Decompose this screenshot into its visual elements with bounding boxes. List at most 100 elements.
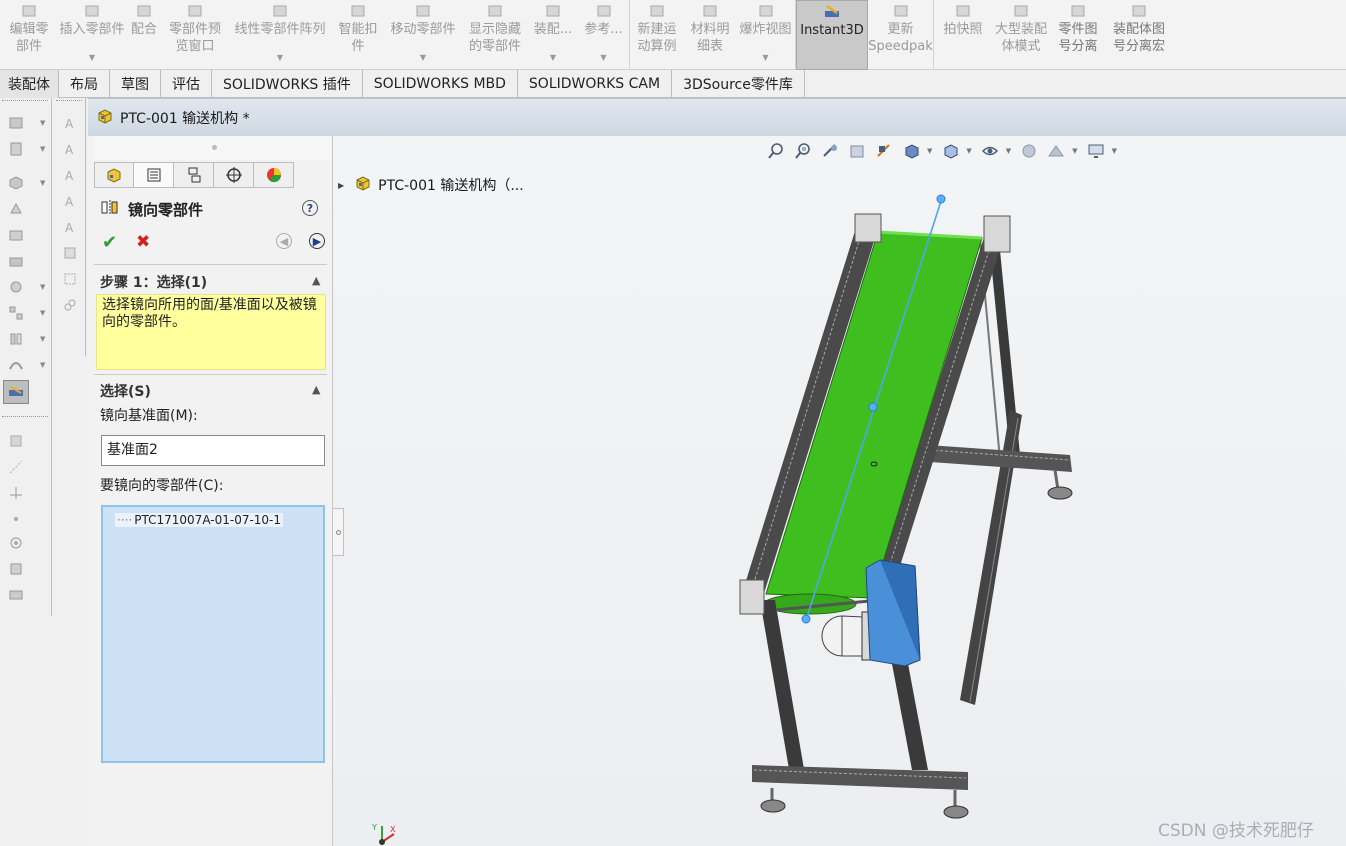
left-toolbar-primary: ▼ ▼ ▼ ▼ ▼ ▼ ▼ [0,98,52,616]
hatch-icon[interactable] [60,270,80,288]
balloon-icon[interactable]: A [60,166,80,184]
axis-icon[interactable] [6,458,26,476]
tab-3[interactable]: 评估 [161,70,212,98]
next-page-icon[interactable]: ▶ [309,233,325,249]
view-orientation-icon[interactable] [900,142,922,160]
collapse-selections-icon[interactable]: ▲ [312,383,320,396]
annotation-icon[interactable]: A [60,114,80,132]
previous-view-icon[interactable] [819,142,841,160]
cancel-button[interactable]: ✖ [136,232,150,252]
cube-icon[interactable]: ▼ [6,174,45,192]
selections-header[interactable]: 选择(S) [100,381,151,401]
mate-button[interactable]: 配合 [126,0,162,70]
chevron-down-icon[interactable]: ▼ [277,49,283,66]
curve-icon[interactable]: ▼ [6,356,45,374]
display-style-icon[interactable] [939,142,961,160]
mirror-plane-field[interactable]: 基准面2 [101,435,325,466]
feature-tree-root[interactable]: PTC-001 输送机构（... [378,175,524,195]
box-icon[interactable] [6,252,26,270]
zoom-area-icon[interactable] [792,142,814,160]
linear-pattern-button[interactable]: 线性零部件阵列 ▼ [228,0,332,70]
tab-feature-manager[interactable] [94,162,134,188]
large-assembly-button[interactable]: 大型装配 体模式 [992,0,1050,70]
help-icon[interactable]: ? [302,200,318,216]
tab-display-manager[interactable] [254,162,294,188]
component-icon[interactable]: ▼ [6,114,45,132]
tab-0[interactable]: 装配体 [0,70,59,98]
gear-icon[interactable]: ▼ [6,278,45,296]
chevron-down-icon[interactable]: ▼ [89,49,95,66]
hide-show-items-icon[interactable] [979,142,1001,160]
preview-window-button[interactable]: 零部件预 览窗口 [162,0,228,70]
conveyor-model[interactable] [730,188,1090,828]
snapshot-button[interactable]: 拍快照 [934,0,992,70]
ribbon-label: 拍快照 [943,22,983,37]
tab-7[interactable]: 3DSource零件库 [672,70,805,98]
tab-1[interactable]: 布局 [59,70,110,98]
shell-icon[interactable] [6,226,26,244]
tab-property-manager[interactable] [134,162,174,188]
pattern-icon[interactable]: ▼ [6,304,45,322]
show-hidden-button[interactable]: 显示隐藏 的零部件 [462,0,528,70]
mirror-icon[interactable]: ▼ [6,330,45,348]
reference-geometry-button[interactable]: 参考... ▼ [578,0,630,70]
exploded-view-button[interactable]: 爆炸视图 ▼ [736,0,796,70]
link-icon[interactable] [60,296,80,314]
chevron-down-icon[interactable]: ▼ [600,49,606,66]
move-component-button[interactable]: 移动零部件 ▼ [384,0,462,70]
chevron-down-icon[interactable]: ▼ [762,49,768,66]
apply-scene-icon[interactable] [1045,142,1067,160]
dynamic-annotation-icon[interactable] [873,142,895,160]
panel-collapse-handle[interactable] [333,508,344,556]
tab-configuration-manager[interactable] [174,162,214,188]
chevron-down-icon[interactable]: ▼ [420,49,426,66]
chevron-down-icon[interactable]: ▼ [550,49,556,66]
assembly-feature-icon [544,2,562,20]
assembly-macro-button[interactable]: 装配体图 号分离宏 [1106,0,1172,70]
tab-6[interactable]: SOLIDWORKS CAM [518,70,673,98]
flyout-feature-tree[interactable]: ▶ PTC-001 输送机构（... [338,174,524,196]
tab-4[interactable]: SOLIDWORKS 插件 [212,70,363,98]
motion-study-button[interactable]: 新建运 动算例 [630,0,684,70]
edit-component-button[interactable]: 编辑零 部件 [0,0,58,70]
auto-balloon-icon[interactable]: A [60,192,80,210]
expand-arrow-icon[interactable]: ▶ [338,181,344,190]
tab-2[interactable]: 草图 [110,70,161,98]
assembly-icon[interactable]: ▼ [6,140,45,158]
step1-header[interactable]: 步骤 1：选择(1) [100,272,207,292]
components-to-mirror-list[interactable]: ···· PTC171007A-01-07-10-1 [101,505,325,763]
zoom-to-fit-icon[interactable] [765,142,787,160]
ribbon-label: 显示隐藏 的零部件 [468,22,521,54]
mate-reference-icon[interactable] [6,534,26,552]
bom-button[interactable]: 材料明 细表 [684,0,736,70]
collapse-step1-icon[interactable]: ▲ [312,274,320,287]
panel-grip[interactable] [94,136,331,160]
part-number-button[interactable]: 零件图 号分离 [1050,0,1106,70]
tab-5[interactable]: SOLIDWORKS MBD [363,70,518,98]
instant3d-side-icon[interactable] [3,380,29,404]
section-view-icon[interactable] [846,142,868,160]
heads-up-view-toolbar: ▼ ▼ ▼ ▼ ▼ [765,142,1119,160]
point-icon[interactable] [6,510,26,528]
speedpak-button[interactable]: 更新 Speedpak [868,0,934,70]
note-icon[interactable]: A [60,140,80,158]
edit-appearance-icon[interactable] [1018,142,1040,160]
smart-fastener-icon [349,2,367,20]
center-of-mass-icon[interactable] [6,560,26,578]
coordinate-icon[interactable] [6,484,26,502]
bounding-box-icon[interactable] [6,586,26,604]
instant3d-button[interactable]: Instant3D [796,0,868,70]
datum-icon[interactable] [60,244,80,262]
surface-finish-icon[interactable]: A [60,218,80,236]
command-manager-ribbon: 编辑零 部件 插入零部件 ▼ 配合 零部件预 览窗口 线性零部件阵列 ▼ 智能扣 件移动零部件… [0,0,1346,70]
sketch-plane-icon[interactable] [6,432,26,450]
insert-component-button[interactable]: 插入零部件 ▼ [58,0,126,70]
smart-fastener-button[interactable]: 智能扣 件 [332,0,384,70]
assembly-feature-button[interactable]: 装配... ▼ [528,0,578,70]
ok-button[interactable]: ✔ [102,232,117,253]
list-item[interactable]: ···· PTC171007A-01-07-10-1 [115,513,284,527]
tab-dimxpert-manager[interactable] [214,162,254,188]
extrude-icon[interactable] [6,200,26,218]
previous-page-icon[interactable]: ◀ [276,233,292,249]
view-settings-icon[interactable] [1085,142,1107,160]
